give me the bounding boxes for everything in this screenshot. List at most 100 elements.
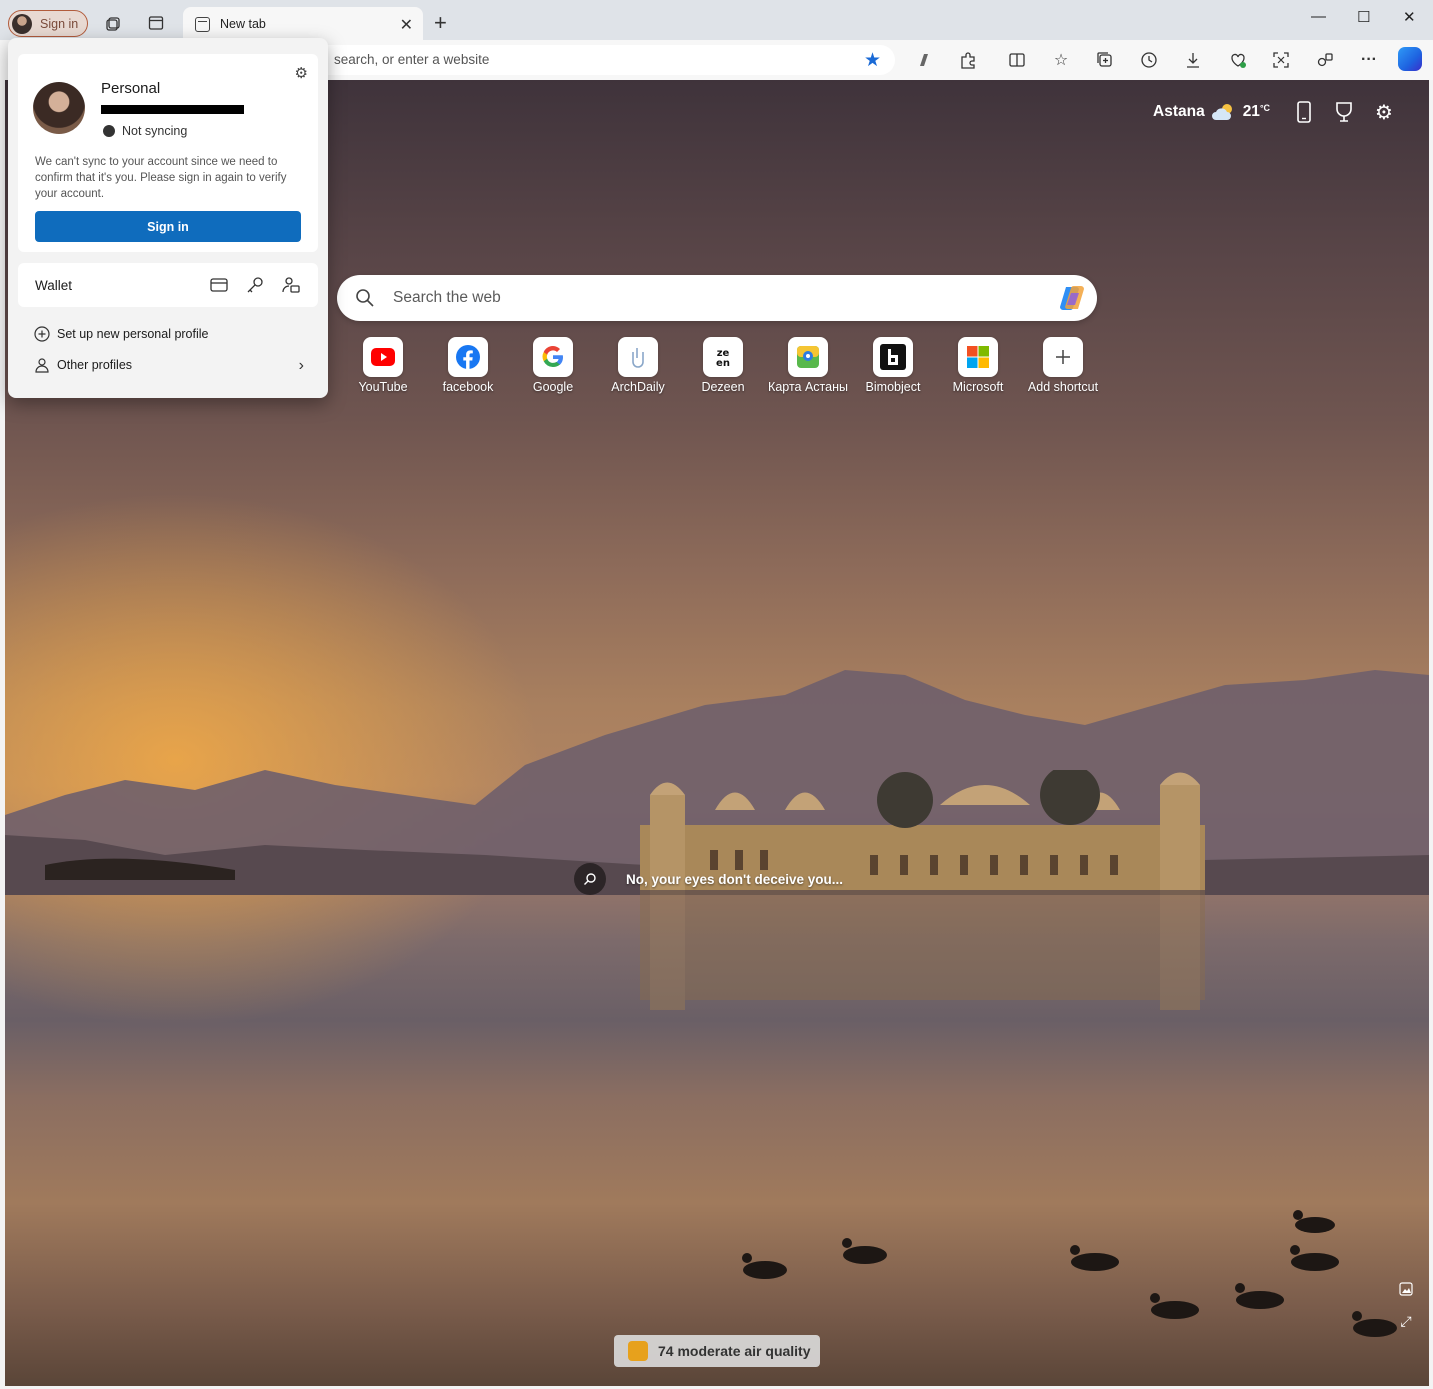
payment-card-icon[interactable] xyxy=(210,276,228,294)
profile-settings-icon[interactable]: ⚙ xyxy=(295,64,308,82)
profile-avatar xyxy=(33,82,85,134)
extensions-icon[interactable] xyxy=(958,50,978,70)
wallet-card[interactable]: Wallet xyxy=(18,263,318,307)
air-quality-icon xyxy=(628,1341,648,1361)
image-info-icon[interactable] xyxy=(1397,1280,1415,1298)
redacted-email xyxy=(101,105,244,114)
shortcut-bimobject[interactable]: Bimobject xyxy=(853,337,933,394)
sync-status[interactable]: Not syncing xyxy=(103,124,187,138)
image-caption[interactable]: No, your eyes don't deceive you... xyxy=(574,863,843,895)
split-screen-icon[interactable] xyxy=(1007,50,1027,70)
browser-essentials-icon[interactable] xyxy=(1228,50,1248,70)
add-shortcut-button[interactable]: Add shortcut xyxy=(1023,337,1103,394)
expand-icon[interactable]: ⤢ xyxy=(1397,1312,1415,1330)
caption-text[interactable]: No, your eyes don't deceive you... xyxy=(626,872,843,887)
read-aloud-icon[interactable] xyxy=(914,50,934,70)
other-profiles-label: Other profiles xyxy=(57,358,133,372)
search-placeholder: Search the web xyxy=(393,289,501,306)
dezeen-icon: zeen xyxy=(716,348,730,368)
weather-temp: 21 xyxy=(1242,103,1260,120)
air-quality-text: 74 moderate air quality xyxy=(658,1343,811,1359)
new-tab-button[interactable]: + xyxy=(434,10,447,36)
facebook-icon xyxy=(456,345,480,369)
signin-label: Sign in xyxy=(40,16,79,31)
palace-reflection xyxy=(640,890,1205,1010)
partly-cloudy-icon xyxy=(1211,102,1237,122)
setup-profile-label: Set up new personal profile xyxy=(57,327,209,341)
screenshot-icon[interactable] xyxy=(1271,50,1291,70)
chevron-right-icon[interactable]: › xyxy=(299,357,304,375)
shortcut-label: Microsoft xyxy=(952,380,1004,394)
shortcut-label: YouTube xyxy=(358,380,408,394)
maximize-icon[interactable]: ☐ xyxy=(1357,8,1370,26)
microsoft-icon xyxy=(967,346,989,368)
favorite-star-icon[interactable]: ★ xyxy=(864,49,881,72)
close-tab-icon[interactable]: ✕ xyxy=(400,15,413,35)
newtab-icon xyxy=(195,16,210,32)
weather-city: Astana xyxy=(1153,103,1205,120)
profile-name: Personal xyxy=(101,80,161,97)
phone-icon[interactable] xyxy=(1292,100,1316,124)
tab-actions-icon[interactable] xyxy=(147,14,165,32)
shortcut-label: Dezeen xyxy=(701,380,745,394)
ducks-scenery xyxy=(742,1210,1397,1337)
close-window-icon[interactable]: ✕ xyxy=(1403,8,1416,26)
shortcut-label: facebook xyxy=(442,380,494,394)
google-icon xyxy=(542,346,563,368)
tab-title: New tab xyxy=(220,17,266,31)
tab-new-tab[interactable]: New tab ✕ xyxy=(183,7,423,41)
profile-card: Personal Not syncing ⚙ We can't sync to … xyxy=(18,54,318,252)
archdaily-icon xyxy=(632,348,644,368)
sync-off-icon xyxy=(103,125,115,137)
map-icon xyxy=(797,346,819,368)
shortcut-bar: YouTube facebook Google ArchDaily ze en D… xyxy=(343,337,1103,407)
shortcut-youtube[interactable]: YouTube xyxy=(343,337,423,394)
setup-profile-item[interactable]: Set up new personal profile xyxy=(34,326,208,342)
avatar xyxy=(12,13,32,34)
more-options-icon[interactable]: ··· xyxy=(1359,50,1379,70)
other-profiles-item[interactable]: Other profiles xyxy=(34,357,132,373)
search-icon xyxy=(356,289,374,307)
signin-button[interactable]: Sign in xyxy=(35,211,301,242)
copilot-icon[interactable] xyxy=(1398,47,1422,71)
youtube-icon xyxy=(371,348,395,366)
personal-info-icon[interactable] xyxy=(282,276,300,294)
air-quality-chip[interactable]: 74 moderate air quality xyxy=(614,1335,820,1367)
address-bar[interactable]: search, or enter a website ★ xyxy=(300,45,895,75)
copilot-search-icon[interactable] xyxy=(1057,283,1087,313)
shortcut-google[interactable]: Google xyxy=(513,337,593,394)
workspaces-icon[interactable] xyxy=(105,14,123,32)
collections-icon[interactable] xyxy=(1095,50,1115,70)
shortcut-label: Карта Астаны xyxy=(768,380,848,394)
shortcut-label: Google xyxy=(532,380,574,394)
history-icon[interactable] xyxy=(1139,50,1159,70)
favorites-icon[interactable]: ☆ xyxy=(1051,50,1071,70)
wallet-label: Wallet xyxy=(35,278,73,293)
shortcut-dezeen[interactable]: ze en Dezeen xyxy=(683,337,763,394)
search-box[interactable]: Search the web xyxy=(337,275,1097,321)
shortcut-microsoft[interactable]: Microsoft xyxy=(938,337,1018,394)
sync-status-text: Not syncing xyxy=(122,124,188,138)
shortcut-facebook[interactable]: facebook xyxy=(428,337,508,394)
svg-text:en: en xyxy=(716,358,730,368)
minimize-icon[interactable]: — xyxy=(1311,8,1326,25)
image-search-icon[interactable] xyxy=(574,863,606,895)
profile-flyout: Personal Not syncing ⚙ We can't sync to … xyxy=(8,38,328,398)
password-key-icon[interactable] xyxy=(246,276,264,294)
weather-widget[interactable]: Astana 21°C xyxy=(1153,102,1270,122)
performance-icon[interactable] xyxy=(1315,50,1335,70)
rewards-icon[interactable] xyxy=(1332,100,1356,124)
title-bar: Sign in New tab ✕ + — ☐ ✕ xyxy=(0,0,1433,41)
add-circle-icon xyxy=(34,326,50,342)
bimobject-icon xyxy=(880,344,906,370)
downloads-icon[interactable] xyxy=(1183,50,1203,70)
plus-icon xyxy=(1056,350,1070,364)
address-placeholder: search, or enter a website xyxy=(334,52,490,67)
page-settings-icon[interactable]: ⚙ xyxy=(1372,100,1396,124)
shortcut-map-astana[interactable]: Карта Астаны xyxy=(768,337,848,394)
weather-unit: °C xyxy=(1259,103,1271,113)
shortcut-archdaily[interactable]: ArchDaily xyxy=(598,337,678,394)
profile-signin-button[interactable]: Sign in xyxy=(8,10,88,37)
profiles-icon xyxy=(34,357,50,373)
shortcut-label: ArchDaily xyxy=(611,380,665,394)
